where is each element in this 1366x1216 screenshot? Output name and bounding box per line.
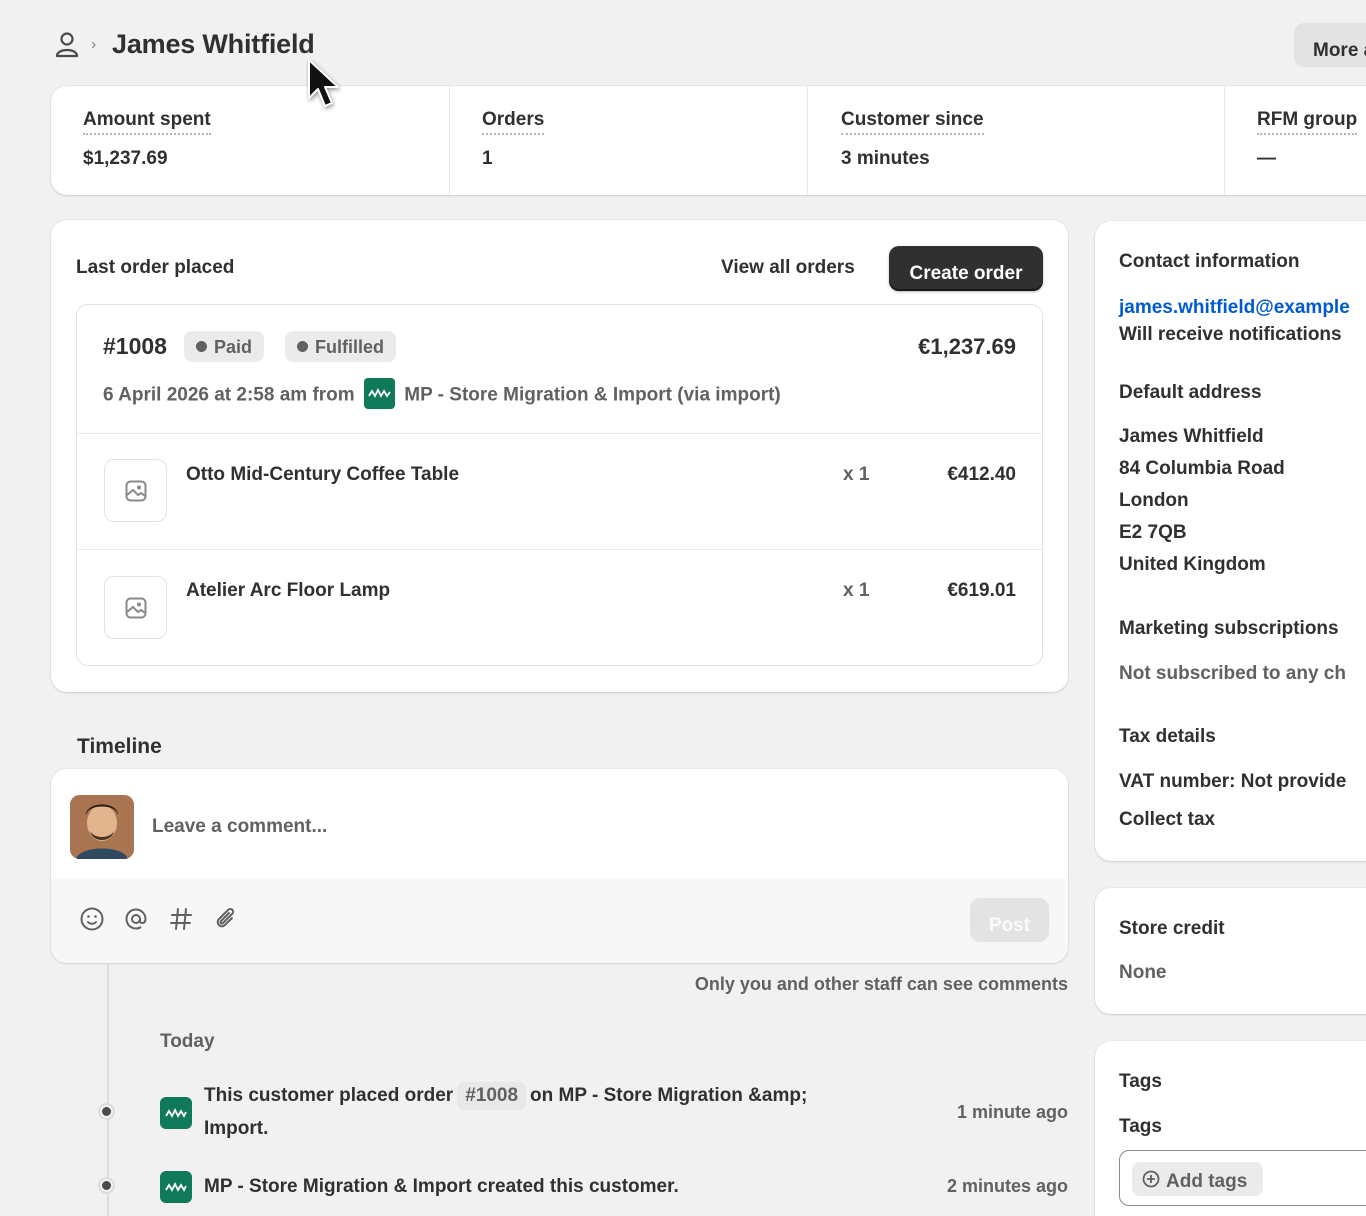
address-line: James Whitfield (1119, 426, 1264, 447)
badge-label: Fulfilled (315, 337, 384, 357)
avatar (70, 795, 134, 859)
stat-value: 3 minutes (841, 148, 930, 169)
add-tags-button[interactable]: Add tags (1132, 1162, 1263, 1196)
marketing-status: Not subscribed to any ch (1119, 663, 1346, 684)
order-number-link[interactable]: #1008 (103, 333, 167, 360)
store-credit-card (1095, 888, 1366, 1014)
add-tags-label: Add tags (1166, 1171, 1248, 1192)
stat-value: $1,237.69 (83, 148, 168, 169)
page-header: › James Whitfield More a (0, 0, 1366, 86)
order-date: 6 April 2026 at 2:58 am from (103, 384, 355, 406)
comment-toolbar (51, 879, 1068, 963)
stat-label: Amount spent (83, 109, 211, 135)
order-total: €1,237.69 (918, 334, 1016, 359)
order-meta: 6 April 2026 at 2:58 am from MP - Store … (103, 378, 781, 411)
stat-label: Orders (482, 109, 545, 135)
comment-input[interactable] (152, 810, 1012, 844)
store-migration-app-icon (363, 378, 395, 409)
timeline-dot-icon (100, 1105, 113, 1118)
stat-label: Customer since (841, 109, 984, 135)
post-comment-button[interactable]: Post (970, 898, 1049, 942)
address-line: 84 Columbia Road (1119, 458, 1285, 479)
event-text: This customer placed order (204, 1085, 454, 1106)
breadcrumb-chevron-icon: › (91, 36, 97, 53)
badge-label: Paid (214, 337, 253, 357)
stat-label: RFM group (1257, 109, 1358, 135)
emoji-icon[interactable] (78, 905, 106, 933)
stat-orders[interactable]: Orders 1 (450, 86, 807, 195)
product-thumbnail[interactable] (104, 459, 167, 522)
store-migration-app-icon (160, 1171, 192, 1203)
event-text: MP - Store Migration & Import created th… (204, 1176, 679, 1197)
more-actions-button[interactable]: More a (1294, 23, 1366, 67)
tags-label: Tags (1119, 1116, 1162, 1137)
contact-heading: Contact information (1119, 251, 1300, 272)
product-thumbnail[interactable] (104, 576, 167, 639)
event-text: Import. (204, 1118, 269, 1139)
order-chip-link[interactable]: #1008 (457, 1082, 527, 1110)
marketing-heading: Marketing subscriptions (1119, 618, 1339, 639)
image-placeholder-icon (125, 480, 147, 502)
status-dot-icon (297, 341, 308, 352)
timeline-day-label: Today (160, 1031, 215, 1052)
email-link[interactable]: james.whitfield@example (1119, 297, 1350, 319)
attachment-icon[interactable] (212, 905, 240, 933)
status-dot-icon (196, 341, 207, 352)
address-line: E2 7QB (1119, 522, 1187, 543)
notification-status: Will receive notifications (1119, 324, 1342, 345)
order-source: MP - Store Migration & Import (via impor… (404, 384, 781, 406)
payment-status-badge: Paid (184, 331, 265, 362)
image-placeholder-icon (125, 597, 147, 619)
divider (77, 549, 1042, 550)
timeline-title: Timeline (77, 735, 162, 758)
timeline-event: This customer placed order #1008 on MP - S… (204, 1080, 924, 1112)
stat-amount-spent[interactable]: Amount spent $1,237.69 (51, 86, 449, 195)
stat-value: — (1257, 148, 1276, 169)
plus-circle-icon (1142, 1170, 1160, 1188)
fulfillment-status-badge: Fulfilled (285, 331, 396, 362)
address-line: London (1119, 490, 1189, 511)
page-title: James Whitfield (112, 29, 315, 59)
staff-visibility-note: Only you and other staff can see comment… (694, 974, 1068, 994)
stat-value: 1 (482, 148, 493, 169)
mention-icon[interactable] (122, 905, 150, 933)
store-credit-value: None (1119, 962, 1167, 983)
timeline-line (107, 963, 109, 1216)
product-price: €619.01 (947, 580, 1016, 601)
customer-stats-bar: Amount spent $1,237.69 Orders 1 Customer… (51, 86, 1366, 195)
divider (77, 433, 1042, 434)
event-time: 1 minute ago (956, 1102, 1068, 1122)
product-name-link[interactable]: Atelier Arc Floor Lamp (186, 580, 390, 602)
product-price: €412.40 (947, 464, 1016, 485)
last-order-title: Last order placed (76, 257, 235, 278)
vat-number: VAT number: Not provide (1119, 771, 1347, 792)
tax-heading: Tax details (1119, 726, 1216, 747)
stat-rfm-group[interactable]: RFM group — (1225, 86, 1366, 195)
collect-tax-status: Collect tax (1119, 809, 1216, 830)
timeline-dot-icon (100, 1179, 113, 1192)
event-time: 2 minutes ago (946, 1176, 1068, 1196)
address-heading: Default address (1119, 382, 1262, 403)
event-text: on MP - Store Migration &amp; (530, 1085, 808, 1106)
stat-customer-since[interactable]: Customer since 3 minutes (808, 86, 1224, 195)
view-all-orders-link[interactable]: View all orders (721, 257, 855, 279)
store-migration-app-icon (160, 1097, 192, 1129)
hashtag-icon[interactable] (167, 905, 195, 933)
mouse-cursor-icon (308, 59, 339, 107)
person-icon[interactable] (54, 31, 80, 59)
create-order-button[interactable]: Create order (889, 246, 1043, 291)
store-credit-heading: Store credit (1119, 918, 1225, 939)
product-name-link[interactable]: Otto Mid-Century Coffee Table (186, 464, 459, 486)
address-line: United Kingdom (1119, 554, 1266, 575)
tags-heading: Tags (1119, 1071, 1162, 1092)
